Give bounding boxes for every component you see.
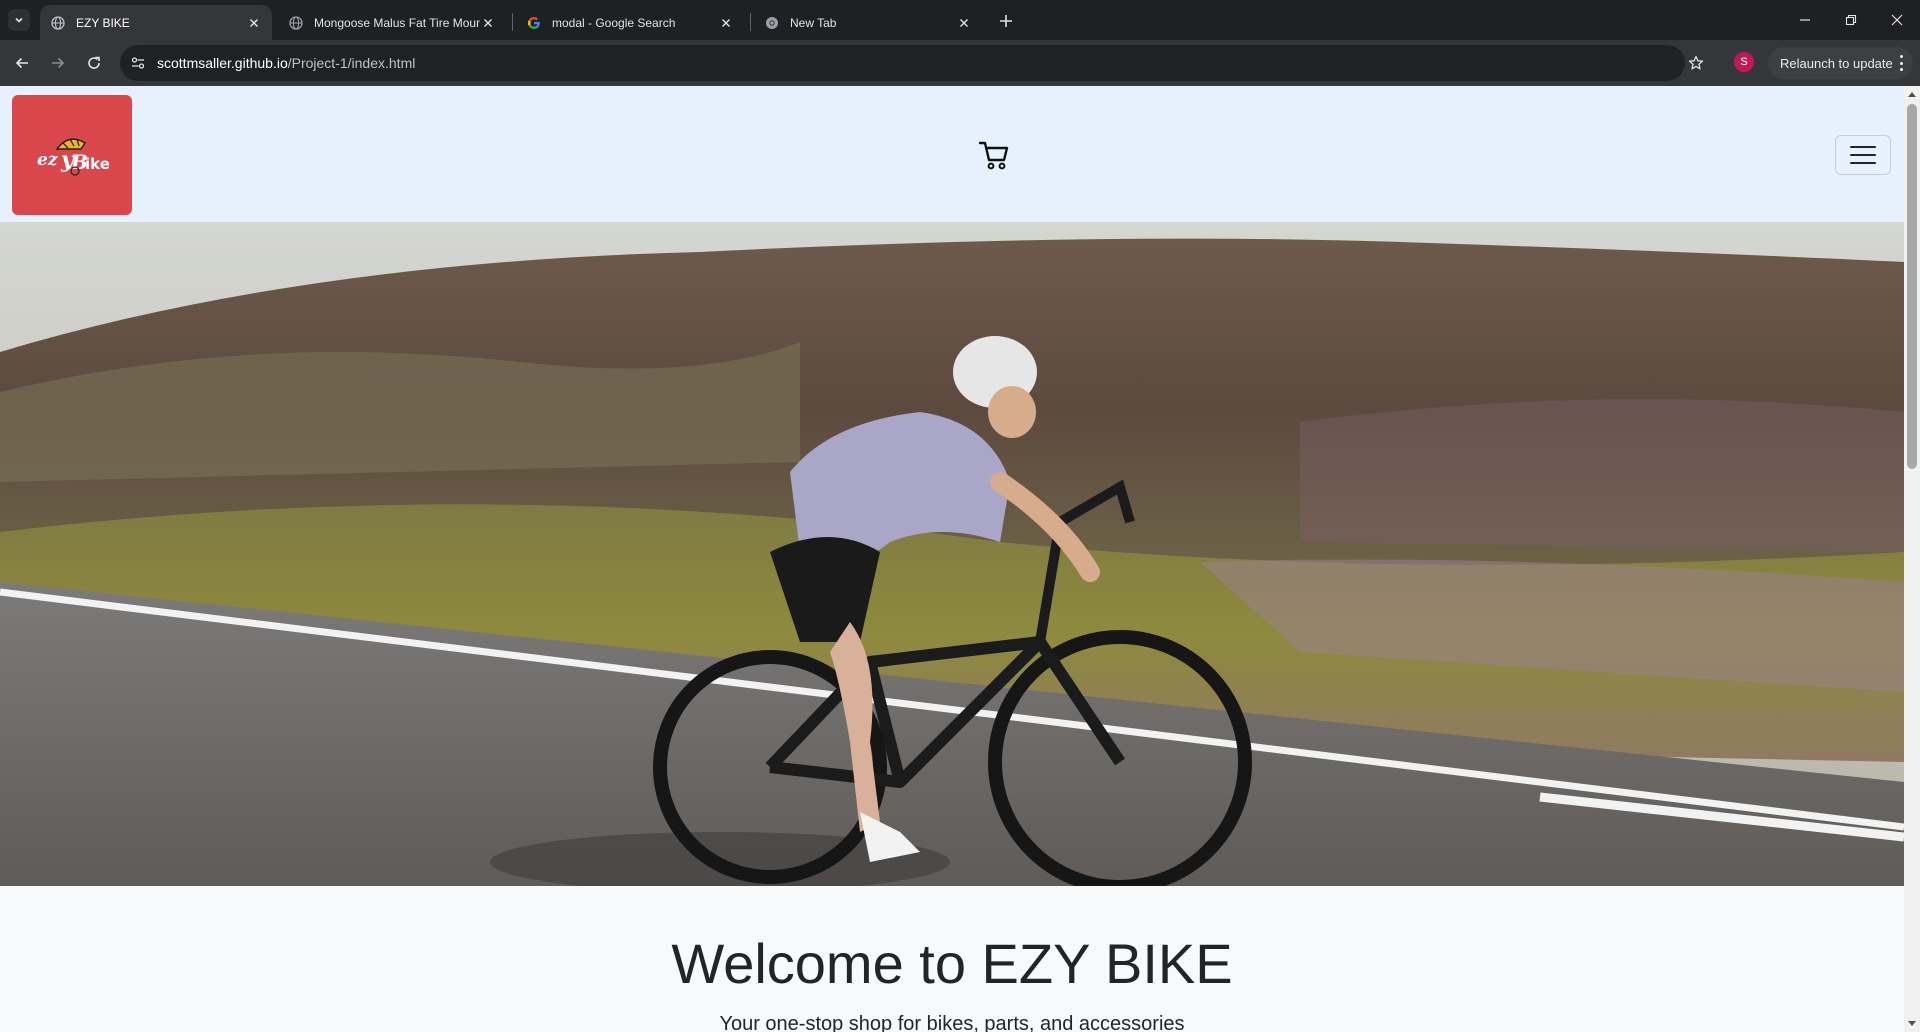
bookmark-star-icon[interactable]	[1686, 53, 1706, 73]
more-menu-icon[interactable]	[1899, 55, 1903, 71]
browser-toolbar: scottmsaller.github.io/Project-1/index.h…	[0, 40, 1920, 86]
relaunch-label: Relaunch to update	[1780, 55, 1893, 71]
reload-icon	[88, 56, 100, 69]
back-icon	[15, 57, 28, 69]
google-icon	[526, 15, 542, 31]
tab-title: modal - Google Search	[552, 15, 676, 30]
page-viewport: ez y B ike Welcome to EZY BIKE Your one-…	[0, 86, 1920, 1032]
site-info-icon[interactable]	[129, 54, 147, 72]
site-logo[interactable]: ez y B ike	[12, 95, 132, 215]
hero-image	[0, 222, 1904, 886]
close-tab-icon[interactable]	[956, 15, 972, 31]
scroll-down-arrow-icon[interactable]	[1908, 1021, 1916, 1026]
restore-icon	[1845, 14, 1857, 26]
svg-text:ez: ez	[37, 150, 58, 170]
url-text: scottmsaller.github.io/Project-1/index.h…	[157, 55, 415, 71]
scroll-up-arrow-icon[interactable]	[1908, 92, 1916, 97]
welcome-heading: Welcome to EZY BIKE	[671, 932, 1233, 995]
globe-icon	[50, 15, 66, 31]
reload-button[interactable]	[80, 49, 108, 77]
welcome-subtitle: Your one-stop shop for bikes, parts, and…	[719, 1013, 1185, 1032]
svg-text:ike: ike	[85, 155, 109, 173]
shopping-cart-button[interactable]	[978, 139, 1010, 171]
globe-icon	[288, 15, 304, 31]
address-bar[interactable]: scottmsaller.github.io/Project-1/index.h…	[120, 45, 1704, 81]
minimize-icon	[1800, 19, 1810, 21]
tab-title: New Tab	[790, 15, 837, 30]
tab-google-search[interactable]: modal - Google Search	[516, 5, 744, 40]
close-tab-icon[interactable]	[480, 15, 496, 31]
site-header: ez y B ike	[0, 86, 1904, 222]
plus-icon	[1000, 15, 1012, 27]
close-tab-icon[interactable]	[718, 15, 734, 31]
tab-title: EZY BIKE	[76, 15, 130, 30]
url-path: /Project-1/index.html	[287, 55, 416, 71]
tab-strip: EZY BIKE Mongoose Malus Fat Tire Moun mo…	[0, 0, 1920, 40]
tab-title: Mongoose Malus Fat Tire Moun	[314, 15, 480, 30]
url-host: scottmsaller.github.io	[157, 55, 288, 71]
profile-avatar[interactable]: S	[1734, 52, 1754, 72]
restore-button[interactable]	[1828, 0, 1874, 40]
relaunch-button[interactable]: Relaunch to update	[1768, 47, 1913, 79]
hamburger-menu-icon	[1850, 146, 1876, 148]
tab-separator	[750, 13, 751, 31]
forward-icon	[52, 57, 65, 69]
forward-button[interactable]	[44, 49, 72, 77]
ezy-bike-logo-icon: ez y B ike	[37, 138, 109, 176]
tab-ezy-bike[interactable]: EZY BIKE	[40, 5, 272, 40]
close-window-button[interactable]	[1874, 0, 1920, 40]
close-icon	[1891, 14, 1903, 26]
minimize-button[interactable]	[1782, 0, 1828, 40]
tab-separator	[512, 13, 513, 31]
cart-icon	[978, 141, 1009, 170]
close-tab-icon[interactable]	[246, 15, 262, 31]
chevron-down-icon	[15, 17, 23, 23]
tab-search-button[interactable]	[8, 9, 30, 31]
back-button[interactable]	[8, 49, 36, 77]
tab-mongoose[interactable]: Mongoose Malus Fat Tire Moun	[278, 5, 506, 40]
tab-new-tab[interactable]: New Tab	[754, 5, 982, 40]
new-tab-button[interactable]	[993, 8, 1019, 34]
chrome-icon	[764, 15, 780, 31]
scrollbar-thumb[interactable]	[1907, 104, 1917, 469]
hamburger-menu-button[interactable]	[1835, 135, 1891, 175]
page-scrollbar[interactable]	[1904, 86, 1920, 1032]
